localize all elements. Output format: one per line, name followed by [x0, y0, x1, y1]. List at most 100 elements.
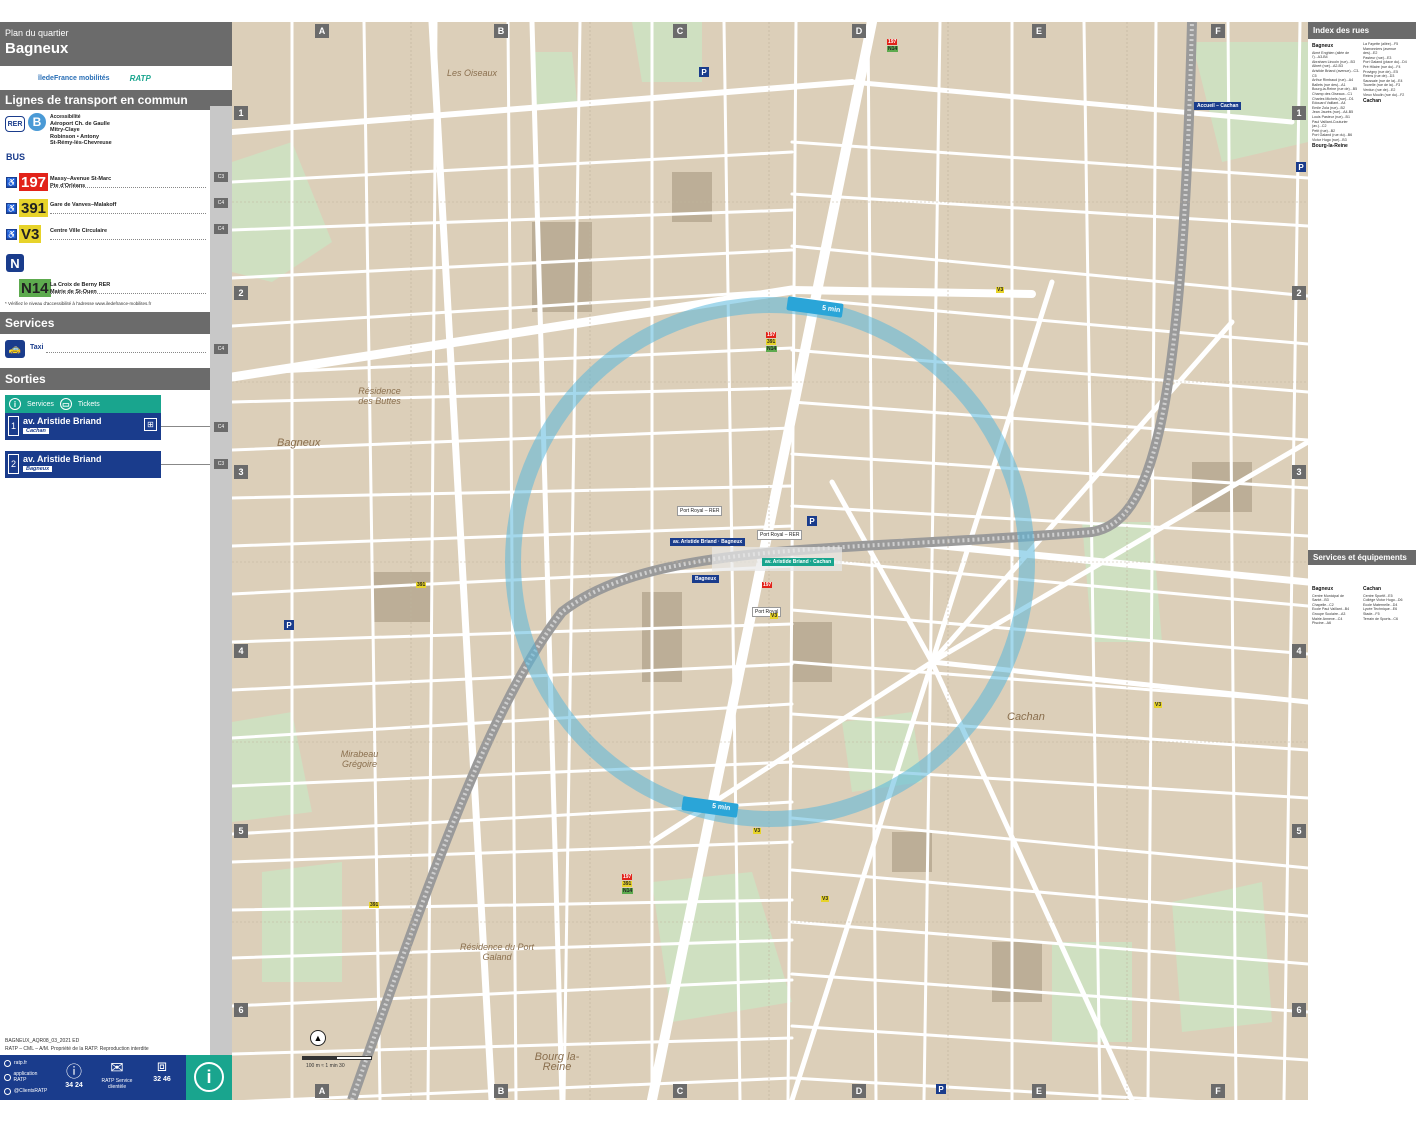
grid-row-2: 2 [234, 286, 248, 300]
exit-header: i Services ▭ Tickets [5, 395, 161, 413]
grid-col-d: D [852, 24, 866, 38]
grid-col-e: E [1032, 24, 1046, 38]
bus-stop-v3[interactable]: V3 [770, 613, 779, 619]
info-teal-block: i [186, 1055, 232, 1100]
green-area [632, 22, 702, 82]
station-label-port-royal-rer-2[interactable]: Port Royal – RER [757, 530, 803, 540]
rer-badge: RER [5, 116, 25, 132]
ratp-logo: RATP [129, 73, 151, 83]
wheelchair-icon: ♿ [6, 177, 17, 188]
neighborhood-map[interactable]: 5 min 5 min Les Oiseaux Résidence des Bu… [232, 22, 1308, 1100]
map-code: BAGNEUX_AQR08_03_2021 ED [5, 1038, 80, 1044]
right-index-panel: Index des rues Bagneux Aimé Enghien (all… [1308, 22, 1416, 1100]
bus-stop-v3[interactable]: V3 [1154, 702, 1163, 708]
logos-row: îledeFrance mobilités RATP [0, 66, 232, 90]
equipment-columns: Bagneux Centre Municipal de Santé...B3 Ch… [1308, 582, 1415, 629]
exit-number: 1 [8, 416, 19, 436]
grid-col-a: A [315, 24, 329, 38]
left-panel: Plan du quartier Bagneux îledeFrance mob… [0, 22, 232, 1100]
bus-stop-391[interactable]: 391 [766, 339, 777, 345]
rights-text: RATP – CML – A/M. Propriété de la RATP. … [5, 1046, 149, 1052]
night-line-number: N14 [19, 279, 51, 297]
social-twitter[interactable]: @ClientsRATP [4, 1085, 48, 1097]
index-title: Index des rues [1308, 22, 1416, 39]
grid-col-b-bottom: B [494, 1084, 508, 1098]
bus-stop-391[interactable]: 391 [416, 582, 427, 588]
grid-ref-391: C4 [214, 198, 228, 208]
bus-line-destination: Gare de Vanves–Malakoff [50, 202, 117, 208]
bus-stop-197[interactable]: 197 [766, 332, 777, 338]
station-label-port-royal-rer[interactable]: Port Royal – RER [677, 506, 723, 516]
grid-row-1-right: 1 [1292, 106, 1306, 120]
wheelchair-icon: ♿ [6, 229, 17, 240]
bus-stop-v3[interactable]: V3 [753, 828, 762, 834]
bus-stop-391[interactable]: 391 [369, 902, 380, 908]
equipment-title: Services et équipements [1308, 550, 1416, 565]
bus-stop-n14[interactable]: N14 [887, 46, 899, 52]
bus-stop-n14[interactable]: N14 [622, 888, 634, 894]
index-entry: Paul Vaillant-Couturier (av.)...C2 [1312, 119, 1348, 129]
contact-footer: ratp.fr application RATP @ClientsRATP ⓘ … [0, 1055, 232, 1100]
leader-line [46, 352, 206, 353]
bus-line-number: 197 [19, 173, 49, 191]
equipment-col-bagneux: Bagneux Centre Municipal de Santé...B3 Ch… [1312, 585, 1360, 626]
grid-row-2-right: 2 [1292, 286, 1306, 300]
info-icon: ⓘ [65, 1064, 82, 1081]
grid-ref-exit-1: C4 [214, 422, 228, 432]
bus-stop-197[interactable]: 197 [762, 582, 773, 588]
grid-row-6-right: 6 [1292, 1003, 1306, 1017]
parking-icon: P [936, 1084, 946, 1094]
exit-1[interactable]: 1 av. Aristide Briand Cachan ⊞ [5, 413, 161, 440]
social-app[interactable]: application RATP [4, 1071, 48, 1083]
station-label-accueil-cachan[interactable]: Accueil – Cachan [1194, 102, 1242, 110]
plan-title: Bagneux [5, 40, 69, 57]
grid-col-f: F [1211, 24, 1225, 38]
night-line-n14: N14 La Croix de Berny RER Mairie de St-O… [0, 278, 210, 300]
area-label-mirabeau: Mirabeau Grégoire [340, 749, 379, 769]
grid-col-f-bottom: F [1211, 1084, 1225, 1098]
bus-line-number: 391 [19, 199, 49, 217]
area-label-residence-buttes: Résidence des Buttes [358, 386, 401, 406]
index-entry: Aimé Enghien (allée de l')...A3-B4 [1312, 50, 1350, 60]
parking-icon: P [699, 67, 709, 77]
exit-label-cachan[interactable]: av. Aristide Briand · Cachan [762, 558, 835, 566]
bus-stop-197[interactable]: 197 [622, 874, 633, 880]
bus-line-destination: Centre Ville Circulaire [50, 228, 108, 234]
station-label-bagneux[interactable]: Bagneux [692, 575, 720, 583]
bus-stop-197[interactable]: 197 [887, 39, 898, 45]
leader-line [50, 213, 206, 214]
services-section-title: Services [0, 312, 232, 334]
luggage-icon: ⧈ [156, 1058, 168, 1075]
bus-stop-391[interactable]: 391 [622, 881, 633, 887]
grid-col-d-bottom: D [852, 1084, 866, 1098]
scale-label: 100 m ≈ 1 min 30 [306, 1063, 345, 1069]
equipment-col-cachan: Cachan Centre Sportif...E5 Collège Victor… [1363, 585, 1411, 626]
exit-2[interactable]: 2 av. Aristide Briand Bagneux [5, 451, 161, 478]
bus-stop-n14[interactable]: N14 [766, 346, 778, 352]
index-entry: Marronniers (avenue des)...E2 [1363, 46, 1397, 56]
grid-ref-197: C3 [214, 172, 228, 182]
grid-row-1: 1 [234, 106, 248, 120]
index-entry: Piscine...A6 [1312, 621, 1331, 626]
equipment-list: Centre Sportif...E5 Collège Victor Hugo..… [1363, 594, 1411, 622]
mail-info: ✉ RATP Service clientèle [96, 1055, 138, 1100]
title-header: Plan du quartier Bagneux [0, 22, 232, 66]
bus-stop-v3[interactable]: V3 [821, 896, 830, 902]
index-list: Aimé Enghien (allée de l')...A3-B4 Abraha… [1312, 51, 1360, 143]
rer-b-icon: B [28, 113, 46, 131]
exit-town: Cachan [23, 428, 49, 434]
grid-ref-taxi: C4 [214, 344, 228, 354]
grid-col-e-bottom: E [1032, 1084, 1046, 1098]
social-ratp-fr[interactable]: ratp.fr [4, 1057, 48, 1069]
index-columns: Bagneux Aimé Enghien (allée de l')...A3-… [1308, 39, 1416, 154]
exit-label-bagneux[interactable]: av. Aristide Briand · Bagneux [670, 538, 746, 546]
idf-logo: îledeFrance mobilités [38, 74, 110, 82]
index-entry: Terrain de Sports...C6 [1363, 616, 1398, 621]
north-arrow-icon: ▲ [310, 1030, 326, 1046]
taxi-icon: 🚕 [5, 340, 25, 358]
grid-row-4: 4 [234, 644, 248, 658]
info-icon: i [194, 1062, 224, 1092]
bus-stop-v3[interactable]: V3 [996, 287, 1005, 293]
plan-subtitle: Plan du quartier [5, 28, 69, 38]
grid-col-c-bottom: C [673, 1084, 687, 1098]
